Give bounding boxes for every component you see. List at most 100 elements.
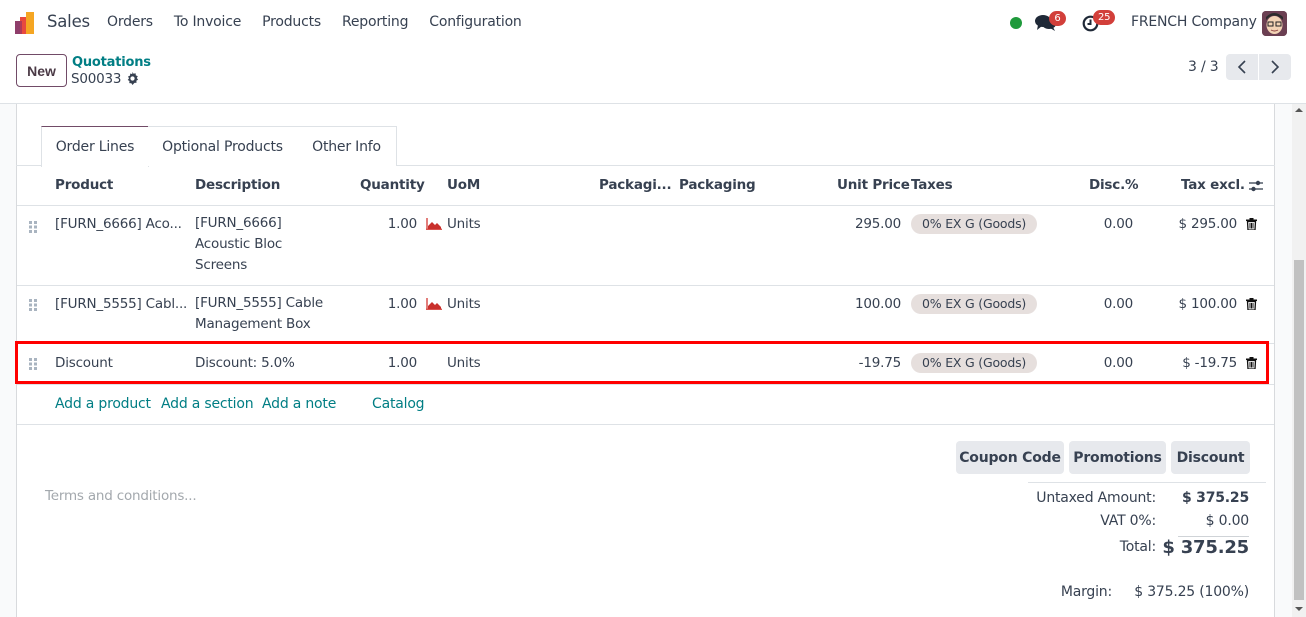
drag-handle-icon[interactable]	[29, 299, 38, 311]
line-uom[interactable]: Units	[447, 355, 481, 371]
total-value: $ 375.25	[1162, 537, 1249, 558]
messages-count-badge: 6	[1049, 11, 1066, 26]
chevron-left-icon	[1237, 60, 1246, 74]
coupon-code-button[interactable]: Coupon Code	[956, 441, 1064, 474]
sales-app-icon[interactable]	[15, 12, 37, 34]
record-name: S00033	[71, 71, 122, 87]
line-product[interactable]: Discount	[55, 355, 113, 371]
presence-status-icon[interactable]	[1010, 17, 1022, 29]
pager-value: 3 / 3	[1188, 59, 1219, 75]
order-line-row[interactable]: [FURN_5555] Cabl... [FURN_5555] Cable Ma…	[17, 286, 1274, 344]
description-line: [FURN_5555] Cable	[195, 295, 323, 311]
vat-value: $ 0.00	[1205, 513, 1250, 529]
breadcrumb-quotations[interactable]: Quotations	[72, 55, 151, 70]
column-discount[interactable]: Disc.%	[1089, 177, 1139, 193]
description-line: Management Box	[195, 316, 311, 332]
menu-orders[interactable]: Orders	[107, 14, 153, 30]
line-unit-price[interactable]: 295.00	[817, 216, 901, 232]
column-packaging[interactable]: Packaging	[679, 177, 756, 193]
line-description[interactable]: [FURN_5555] Cable Management Box	[195, 293, 335, 335]
pager-next-button[interactable]	[1259, 54, 1291, 80]
line-subtotal: $ 295.00	[1178, 216, 1237, 232]
catalog-link[interactable]: Catalog	[372, 396, 425, 412]
user-avatar[interactable]	[1262, 11, 1287, 36]
discount-button[interactable]: Discount	[1171, 441, 1250, 474]
line-unit-price[interactable]: -19.75	[817, 355, 902, 371]
add-line-links: Add a product Add a section Add a note C…	[17, 385, 1274, 425]
scrollbar-thumb[interactable]	[1294, 260, 1304, 600]
description-line: Screens	[195, 257, 248, 273]
trash-icon[interactable]	[1246, 218, 1257, 230]
tax-badge[interactable]: 0% EX G (Goods)	[911, 214, 1038, 234]
line-subtotal: $ -19.75	[1182, 355, 1237, 371]
line-discount[interactable]: 0.00	[1077, 355, 1133, 371]
margin-label: Margin:	[1060, 584, 1112, 600]
line-uom[interactable]: Units	[447, 216, 481, 232]
line-product[interactable]: [FURN_6666] Aco...	[55, 216, 182, 232]
tab-optional-products[interactable]: Optional Products	[148, 126, 298, 166]
forecast-chart-icon[interactable]	[426, 218, 442, 230]
margin-value: $ 375.25 (100%)	[1134, 584, 1249, 600]
line-description[interactable]: Discount: 5.0%	[195, 355, 295, 371]
line-description[interactable]: [FURN_6666] Acoustic Bloc Screens	[195, 213, 325, 276]
column-quantity[interactable]: Quantity	[360, 177, 425, 193]
line-unit-price[interactable]: 100.00	[817, 296, 901, 312]
column-subtotal[interactable]: Tax excl.	[1181, 177, 1245, 193]
new-button[interactable]: New	[16, 54, 67, 87]
line-subtotal: $ 100.00	[1178, 296, 1237, 312]
menu-reporting[interactable]: Reporting	[342, 14, 408, 30]
terms-and-conditions-input[interactable]: Terms and conditions...	[45, 488, 197, 504]
column-packaging-qty[interactable]: Packagi...	[599, 177, 672, 193]
tab-other-info[interactable]: Other Info	[297, 126, 397, 166]
line-discount[interactable]: 0.00	[1077, 296, 1133, 312]
scroll-up-arrow-icon[interactable]	[1295, 108, 1303, 112]
column-uom[interactable]: UoM	[447, 177, 480, 193]
menu-products[interactable]: Products	[262, 14, 321, 30]
pager-previous-button[interactable]	[1226, 54, 1258, 80]
line-quantity[interactable]: 1.00	[367, 355, 417, 371]
gear-icon[interactable]	[126, 72, 139, 85]
description-line: [FURN_6666]	[195, 215, 282, 231]
optional-columns-icon[interactable]	[1249, 179, 1263, 193]
trash-icon[interactable]	[1246, 357, 1257, 369]
column-taxes[interactable]: Taxes	[911, 177, 953, 193]
tax-badge[interactable]: 0% EX G (Goods)	[911, 294, 1038, 314]
add-product-link[interactable]: Add a product	[55, 396, 151, 412]
column-description[interactable]: Description	[195, 177, 280, 193]
line-quantity[interactable]: 1.00	[367, 216, 417, 232]
scroll-down-arrow-icon[interactable]	[1295, 607, 1303, 611]
chevron-right-icon	[1271, 60, 1280, 74]
line-discount[interactable]: 0.00	[1077, 216, 1133, 232]
line-quantity[interactable]: 1.00	[367, 296, 417, 312]
vat-label: VAT 0%:	[1100, 513, 1156, 529]
add-section-link[interactable]: Add a section	[161, 396, 254, 412]
tax-badge[interactable]: 0% EX G (Goods)	[911, 353, 1038, 373]
line-product[interactable]: [FURN_5555] Cabl...	[55, 296, 187, 312]
main-menu: Orders To Invoice Products Reporting Con…	[107, 14, 543, 30]
description-line: Acoustic Bloc	[195, 236, 283, 252]
activities-count-badge: 25	[1093, 10, 1116, 25]
totals-divider	[1028, 482, 1266, 483]
order-lines-header: Product Description Quantity UoM Packagi…	[17, 166, 1274, 206]
company-switcher[interactable]: FRENCH Company	[1131, 14, 1257, 30]
tab-order-lines[interactable]: Order Lines	[41, 126, 149, 167]
notebook-tabs: Order Lines Optional Products Other Info	[16, 126, 1275, 167]
menu-configuration[interactable]: Configuration	[429, 14, 522, 30]
drag-handle-icon[interactable]	[29, 221, 38, 233]
line-uom[interactable]: Units	[447, 296, 481, 312]
order-line-row[interactable]: [FURN_6666] Aco... [FURN_6666] Acoustic …	[17, 206, 1274, 286]
untaxed-amount-value: $ 375.25	[1181, 490, 1249, 506]
drag-handle-icon[interactable]	[29, 358, 38, 370]
app-name[interactable]: Sales	[47, 12, 90, 31]
untaxed-amount-label: Untaxed Amount:	[1036, 490, 1156, 506]
column-product[interactable]: Product	[55, 177, 113, 193]
trash-icon[interactable]	[1246, 298, 1257, 310]
menu-to-invoice[interactable]: To Invoice	[174, 14, 241, 30]
top-navbar: Sales Orders To Invoice Products Reporti…	[0, 0, 1306, 46]
total-label: Total:	[1119, 539, 1156, 555]
column-unit-price[interactable]: Unit Price	[837, 177, 910, 193]
order-line-row-discount[interactable]: Discount Discount: 5.0% 1.00 Units -19.7…	[17, 344, 1274, 385]
promotions-button[interactable]: Promotions	[1069, 441, 1166, 474]
add-note-link[interactable]: Add a note	[262, 396, 336, 412]
forecast-chart-icon[interactable]	[426, 298, 442, 310]
